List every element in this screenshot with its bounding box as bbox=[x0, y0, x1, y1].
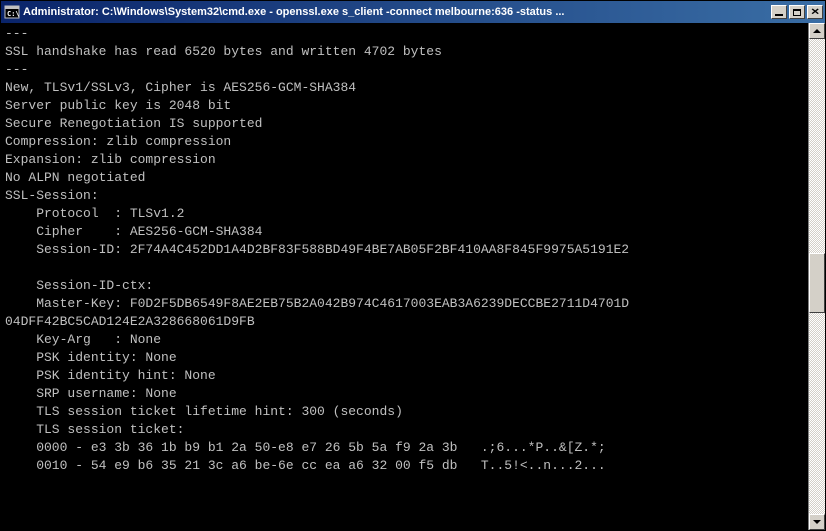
command-prompt-window: C:\ Administrator: C:\Windows\System32\c… bbox=[0, 0, 826, 531]
scroll-thumb[interactable] bbox=[809, 253, 825, 313]
window-controls: × bbox=[771, 5, 823, 19]
chevron-down-icon bbox=[813, 520, 821, 524]
scroll-track[interactable] bbox=[809, 39, 825, 514]
cmd-icon: C:\ bbox=[4, 4, 20, 20]
maximize-button[interactable] bbox=[789, 5, 805, 19]
scroll-up-button[interactable] bbox=[809, 23, 825, 39]
scroll-down-button[interactable] bbox=[809, 514, 825, 530]
title-bar[interactable]: C:\ Administrator: C:\Windows\System32\c… bbox=[1, 1, 825, 23]
close-button[interactable]: × bbox=[807, 5, 823, 19]
svg-text:C:\: C:\ bbox=[7, 10, 20, 18]
vertical-scrollbar[interactable] bbox=[808, 23, 825, 530]
chevron-up-icon bbox=[813, 29, 821, 33]
minimize-button[interactable] bbox=[771, 5, 787, 19]
client-area: --- SSL handshake has read 6520 bytes an… bbox=[1, 23, 825, 530]
title-text: Administrator: C:\Windows\System32\cmd.e… bbox=[23, 6, 771, 18]
terminal-output[interactable]: --- SSL handshake has read 6520 bytes an… bbox=[1, 23, 808, 530]
